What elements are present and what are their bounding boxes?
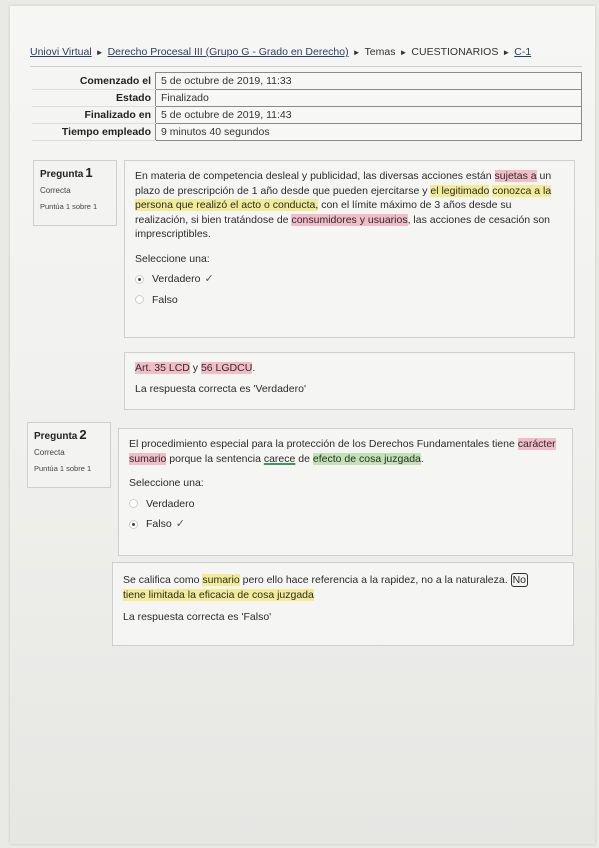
- question-2-info: Pregunta 2 Correcta Puntúa 1 sobre 1: [27, 422, 111, 488]
- check-icon: ✓: [175, 518, 185, 530]
- header-divider: [30, 66, 582, 67]
- answer-prompt: Seleccione una:: [129, 477, 204, 489]
- question-grade: Puntúa 1 sobre 1: [34, 464, 92, 473]
- question-2-content: El procedimiento especial para la protec…: [118, 428, 573, 556]
- answer-option-falso[interactable]: Falso: [135, 293, 564, 308]
- radio-unselected-icon[interactable]: [135, 295, 144, 305]
- option-label: Falso: [146, 518, 172, 530]
- question-state: Correcta: [40, 186, 71, 195]
- radio-selected-icon[interactable]: [129, 519, 138, 529]
- attempt-summary-table: Comenzado el 5 de octubre de 2019, 11:33…: [32, 72, 582, 141]
- option-label: Falso: [152, 293, 178, 306]
- check-icon: ✓: [204, 273, 214, 285]
- summary-row: Tiempo empleado 9 minutos 40 segundos: [32, 123, 582, 141]
- right-answer: La respuesta correcta es 'Falso': [123, 611, 272, 623]
- question-text: El procedimiento especial para la protec…: [129, 438, 556, 465]
- question-state: Correcta: [34, 448, 65, 457]
- right-answer: La respuesta correcta es 'Verdadero': [135, 382, 306, 395]
- summary-label: Comenzado el: [32, 72, 156, 90]
- question-1-info: Pregunta 1 Correcta Puntúa 1 sobre 1: [33, 160, 117, 226]
- breadcrumb-link-cuestionarios[interactable]: CUESTIONARIOS: [411, 46, 498, 58]
- summary-label: Tiempo empleado: [32, 123, 156, 141]
- question-2-feedback: Se califica como sumario pero ello hace …: [112, 562, 574, 646]
- breadcrumb-separator-icon: ►: [399, 48, 408, 57]
- summary-value: 5 de octubre de 2019, 11:33: [155, 72, 582, 90]
- breadcrumb-separator-icon: ►: [502, 48, 511, 57]
- question-number: Pregunta 2: [34, 427, 87, 442]
- breadcrumb-link-course[interactable]: Derecho Procesal III (Grupo G - Grado en…: [108, 46, 349, 58]
- general-feedback: Art. 35 LCD y 56 LGDCU.: [135, 362, 256, 374]
- question-text: En materia de competencia desleal y publ…: [135, 170, 552, 240]
- option-label: Verdadero: [146, 497, 195, 510]
- breadcrumb: Uniovi Virtual ► Derecho Procesal III (Gru…: [30, 46, 531, 58]
- answer-prompt: Seleccione una:: [135, 252, 210, 265]
- breadcrumb-link-temas[interactable]: Temas: [365, 46, 396, 58]
- answer-option-verdadero[interactable]: Verdadero: [129, 497, 562, 512]
- summary-row: Comenzado el 5 de octubre de 2019, 11:33: [32, 72, 582, 90]
- summary-value: 9 minutos 40 segundos: [155, 123, 582, 141]
- summary-label: Finalizado en: [32, 106, 156, 124]
- breadcrumb-link-uniovi[interactable]: Uniovi Virtual: [30, 46, 92, 58]
- question-1-feedback: Art. 35 LCD y 56 LGDCU. La respuesta cor…: [124, 352, 575, 410]
- question-1-content: En materia de competencia desleal y publ…: [124, 160, 575, 338]
- summary-label: Estado: [32, 89, 156, 107]
- summary-value: Finalizado: [155, 89, 582, 107]
- summary-row: Finalizado en 5 de octubre de 2019, 11:4…: [32, 106, 582, 124]
- question-number: Pregunta 1: [40, 165, 93, 180]
- radio-unselected-icon[interactable]: [129, 499, 138, 509]
- summary-value: 5 de octubre de 2019, 11:43: [155, 106, 582, 124]
- breadcrumb-link-quiz[interactable]: C-1: [514, 46, 531, 58]
- summary-row: Estado Finalizado: [32, 89, 582, 107]
- answer-option-verdadero[interactable]: Verdadero ✓: [135, 272, 564, 287]
- option-label: Verdadero: [152, 273, 201, 285]
- breadcrumb-separator-icon: ►: [95, 48, 104, 57]
- breadcrumb-separator-icon: ►: [352, 48, 361, 57]
- radio-selected-icon[interactable]: [135, 274, 144, 284]
- question-grade: Puntúa 1 sobre 1: [40, 202, 98, 211]
- general-feedback: Se califica como sumario pero ello hace …: [123, 573, 529, 601]
- answer-option-falso[interactable]: Falso ✓: [129, 517, 562, 532]
